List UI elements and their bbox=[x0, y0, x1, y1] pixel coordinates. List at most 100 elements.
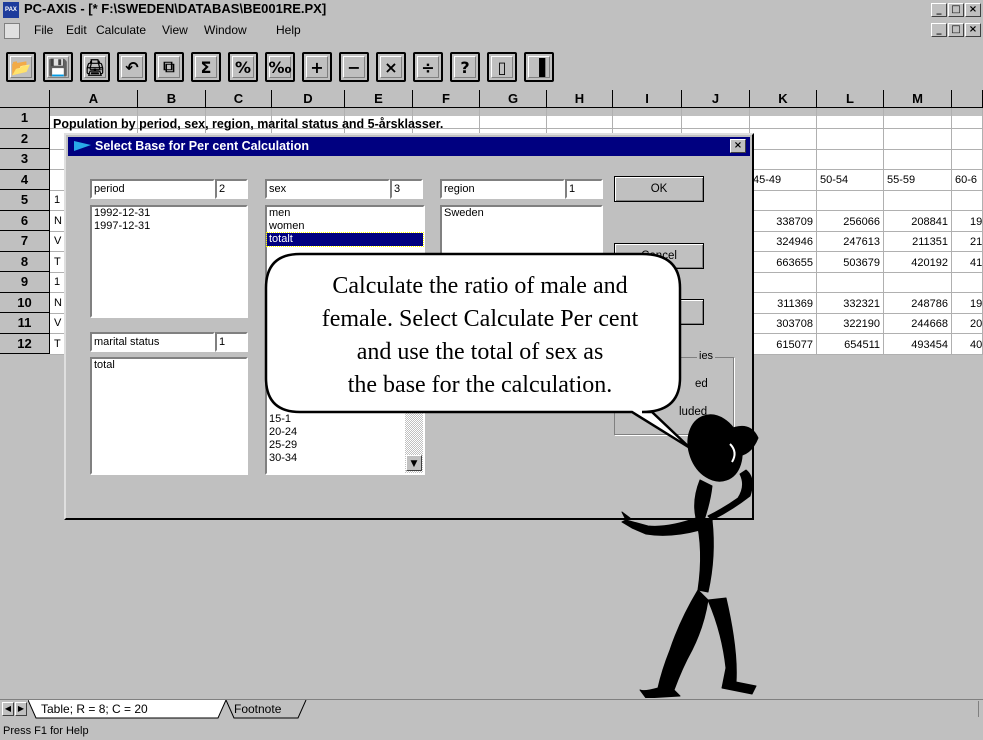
age-column-header[interactable]: 55-59 bbox=[887, 174, 915, 186]
maximize-icon[interactable]: □ bbox=[948, 3, 964, 17]
percent-button[interactable]: % bbox=[228, 52, 258, 82]
chart-button[interactable]: ▐ bbox=[524, 52, 554, 82]
data-cell[interactable]: 19 bbox=[970, 216, 982, 228]
column-header[interactable]: G bbox=[480, 90, 547, 108]
row-header[interactable]: 1 bbox=[0, 108, 50, 129]
row-stub-cell[interactable]: 1 bbox=[54, 194, 60, 206]
column-header[interactable]: F bbox=[413, 90, 480, 108]
add-button[interactable]: + bbox=[302, 52, 332, 82]
data-cell[interactable]: 21 bbox=[970, 236, 982, 248]
column-header[interactable]: K bbox=[750, 90, 817, 108]
tab-scroll-left-icon[interactable]: ◀ bbox=[2, 702, 14, 716]
row-stub-cell[interactable]: 1 bbox=[54, 276, 60, 288]
document-icon[interactable] bbox=[4, 23, 20, 39]
list-item[interactable]: women bbox=[267, 220, 423, 233]
data-cell[interactable]: 208841 bbox=[884, 216, 948, 228]
menu-file[interactable]: File bbox=[34, 23, 53, 37]
column-header[interactable]: J bbox=[682, 90, 750, 108]
data-cell[interactable]: 324946 bbox=[750, 236, 813, 248]
tab-splitter[interactable] bbox=[978, 701, 982, 717]
column-header[interactable]: E bbox=[345, 90, 413, 108]
ok-button[interactable]: OK bbox=[614, 176, 704, 202]
list-item[interactable]: 1992-12-31 bbox=[92, 207, 246, 220]
column-header[interactable]: H bbox=[547, 90, 613, 108]
copy-button[interactable]: ⧉ bbox=[154, 52, 184, 82]
period-list[interactable]: 1992-12-31 1997-12-31 bbox=[90, 205, 248, 318]
row-header[interactable]: 7 bbox=[0, 231, 50, 252]
data-cell[interactable]: 322190 bbox=[817, 318, 880, 330]
row-stub-cell[interactable]: V bbox=[54, 235, 61, 247]
data-cell[interactable]: 503679 bbox=[817, 257, 880, 269]
data-cell[interactable]: 20 bbox=[970, 318, 982, 330]
divide-button[interactable]: ÷ bbox=[413, 52, 443, 82]
dialog-title-bar[interactable]: Select Base for Per cent Calculation × bbox=[68, 137, 750, 156]
column-header[interactable] bbox=[952, 90, 983, 108]
list-item[interactable]: Sweden bbox=[442, 207, 601, 220]
column-header[interactable]: B bbox=[138, 90, 206, 108]
row-header[interactable]: 5 bbox=[0, 190, 50, 211]
save-button[interactable]: 💾 bbox=[43, 52, 73, 82]
list-item[interactable]: men bbox=[267, 207, 423, 220]
menu-edit[interactable]: Edit bbox=[66, 23, 87, 37]
age-column-header[interactable]: 45-49 bbox=[753, 174, 781, 186]
data-cell[interactable]: 40 bbox=[970, 339, 982, 351]
column-header[interactable]: D bbox=[272, 90, 345, 108]
menu-view[interactable]: View bbox=[162, 23, 188, 37]
data-cell[interactable]: 256066 bbox=[817, 216, 880, 228]
data-cell[interactable]: 211351 bbox=[884, 236, 948, 248]
column-header[interactable]: C bbox=[206, 90, 272, 108]
row-header[interactable]: 12 bbox=[0, 333, 50, 354]
subtract-button[interactable]: − bbox=[339, 52, 369, 82]
row-stub-cell[interactable]: V bbox=[54, 317, 61, 329]
row-stub-cell[interactable]: T bbox=[54, 256, 61, 268]
column-header[interactable]: M bbox=[884, 90, 952, 108]
tab-scroll-right-icon[interactable]: ▶ bbox=[15, 702, 27, 716]
row-stub-cell[interactable]: N bbox=[54, 297, 62, 309]
column-header[interactable]: A bbox=[50, 90, 138, 108]
minimize-icon[interactable]: _ bbox=[931, 3, 947, 17]
data-cell[interactable]: 311369 bbox=[750, 298, 813, 310]
data-cell[interactable]: 338709 bbox=[750, 216, 813, 228]
list-item[interactable]: total bbox=[92, 359, 246, 372]
data-cell[interactable]: 420192 bbox=[884, 257, 948, 269]
data-cell[interactable]: 303708 bbox=[750, 318, 813, 330]
data-cell[interactable]: 248786 bbox=[884, 298, 948, 310]
columns-button[interactable]: ▯ bbox=[487, 52, 517, 82]
list-item-selected[interactable]: totalt bbox=[266, 232, 424, 247]
data-cell[interactable]: 19 bbox=[970, 298, 982, 310]
data-cell[interactable]: 41 bbox=[970, 257, 982, 269]
undo-button[interactable]: ↶ bbox=[117, 52, 147, 82]
help-button[interactable]: ? bbox=[450, 52, 480, 82]
menu-window[interactable]: Window bbox=[204, 23, 247, 37]
menu-calculate[interactable]: Calculate bbox=[96, 23, 146, 37]
column-header[interactable]: L bbox=[817, 90, 884, 108]
row-header[interactable]: 8 bbox=[0, 251, 50, 272]
data-cell[interactable]: 244668 bbox=[884, 318, 948, 330]
row-stub-cell[interactable]: T bbox=[54, 338, 61, 350]
data-cell[interactable]: 615077 bbox=[750, 339, 813, 351]
tab-table[interactable]: Table; R = 8; C = 20 bbox=[41, 702, 148, 716]
column-header[interactable]: I bbox=[613, 90, 682, 108]
doc-minimize-icon[interactable]: _ bbox=[931, 23, 947, 37]
marital-status-list[interactable]: total bbox=[90, 357, 248, 475]
row-header[interactable]: 2 bbox=[0, 128, 50, 149]
tab-footnote[interactable]: Footnote bbox=[234, 702, 281, 716]
age-column-header[interactable]: 50-54 bbox=[820, 174, 848, 186]
row-stub-cell[interactable]: N bbox=[54, 215, 62, 227]
dialog-close-icon[interactable]: × bbox=[730, 139, 746, 153]
data-cell[interactable]: 654511 bbox=[817, 339, 880, 351]
row-header[interactable]: 6 bbox=[0, 210, 50, 231]
close-icon[interactable]: × bbox=[965, 3, 981, 17]
multiply-button[interactable]: × bbox=[376, 52, 406, 82]
sheet-corner[interactable] bbox=[0, 90, 50, 108]
row-header[interactable]: 10 bbox=[0, 292, 50, 313]
data-cell[interactable]: 663655 bbox=[750, 257, 813, 269]
row-header[interactable]: 3 bbox=[0, 149, 50, 170]
menu-help[interactable]: Help bbox=[276, 23, 301, 37]
list-item[interactable]: 1997-12-31 bbox=[92, 220, 246, 233]
per-mille-button[interactable]: ‰ bbox=[265, 52, 295, 82]
data-cell[interactable]: 493454 bbox=[884, 339, 948, 351]
print-button[interactable]: 🖨 bbox=[80, 52, 110, 82]
doc-close-icon[interactable]: × bbox=[965, 23, 981, 37]
data-cell[interactable]: 247613 bbox=[817, 236, 880, 248]
